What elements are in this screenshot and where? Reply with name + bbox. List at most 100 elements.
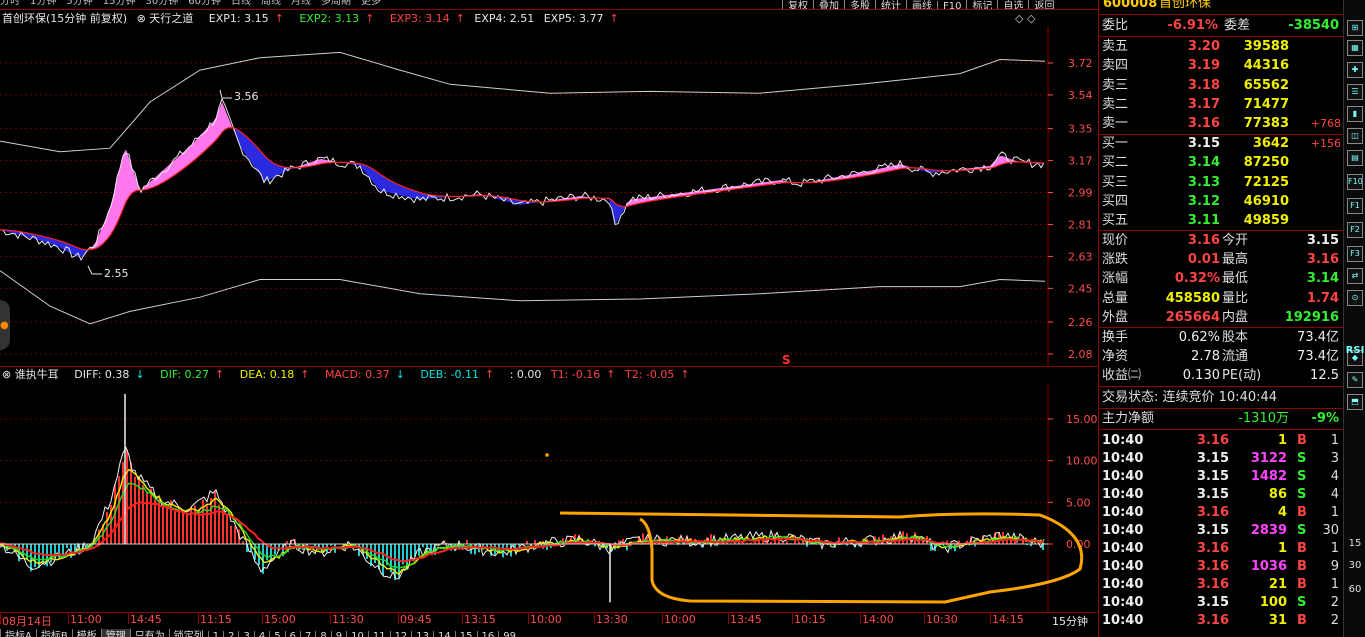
period-9[interactable]: 多周期: [321, 0, 351, 7]
bottom-tab-14[interactable]: 9: [330, 631, 346, 637]
sidebar-label[interactable]: RSI: [1344, 345, 1365, 356]
f1-icon[interactable]: F1: [1347, 198, 1363, 214]
quote-row: 卖三 3.18 65562: [1099, 76, 1343, 95]
upper-band-line: [0, 51, 1046, 153]
histogram-bar: [230, 525, 232, 544]
period-2[interactable]: 5分钟: [66, 0, 92, 7]
tick-side: B: [1297, 505, 1307, 520]
bottom-tab-15[interactable]: 10: [346, 631, 368, 637]
bottom-tab-21[interactable]: 16: [476, 631, 499, 637]
period-1[interactable]: 1分钟: [30, 0, 56, 7]
kline-icon[interactable]: ▮: [1347, 106, 1363, 122]
fund-icon[interactable]: ◫: [1347, 128, 1363, 144]
sub-indicator-label: 谁执牛耳: [14, 368, 59, 381]
bottom-tab-5[interactable]: 锁定列: [168, 629, 208, 637]
quote-row: 涨跌 0.01 最高 3.16: [1099, 250, 1343, 269]
f5-icon[interactable]: ⬒: [1347, 394, 1363, 410]
histogram-bar: [182, 509, 184, 544]
compare-icon[interactable]: ⇄: [1347, 268, 1363, 284]
bottom-tab-16[interactable]: 11: [367, 631, 390, 637]
period-8[interactable]: 月线: [291, 0, 311, 7]
toolbar-button-5[interactable]: F10: [937, 1, 966, 9]
bottom-tab-17[interactable]: 12: [389, 631, 412, 637]
stat-value: 192916: [1284, 309, 1339, 325]
rsi-icon[interactable]: ⊙: [1347, 290, 1363, 306]
histogram-bar: [62, 544, 64, 556]
period-10[interactable]: 更多: [361, 0, 381, 7]
bottom-tab-19[interactable]: 14: [433, 631, 455, 637]
bottom-tab-4[interactable]: 只有为: [129, 629, 169, 637]
stat-value: 1.74: [1306, 290, 1339, 306]
t2-value: T2: -0.05 ↑: [625, 368, 690, 381]
bottom-tab-10[interactable]: 5: [269, 631, 284, 637]
toolbar-button-6[interactable]: 标记: [966, 0, 997, 9]
bottom-tab-8[interactable]: 3: [238, 631, 253, 637]
chart-icon[interactable]: ▦: [1347, 40, 1363, 56]
period-label[interactable]: 15分钟: [1052, 613, 1088, 629]
bottom-tab-18[interactable]: 13: [411, 631, 433, 637]
toolbar-button-8[interactable]: 返回: [1028, 0, 1059, 9]
quote-row: 净资 2.78 流通 73.4亿: [1099, 347, 1343, 366]
period-0[interactable]: 分时: [0, 0, 20, 7]
stat-label: 现价: [1102, 233, 1129, 248]
period-6[interactable]: 日线: [231, 0, 251, 7]
bottom-tab-1[interactable]: 指标B: [35, 629, 72, 637]
bottom-tab-12[interactable]: 7: [299, 631, 315, 637]
bottom-tab-20[interactable]: 15: [454, 631, 477, 637]
bottom-tab-22[interactable]: 99: [498, 631, 520, 637]
toolbar-button-1[interactable]: 叠加: [813, 0, 844, 9]
histogram-bar: [234, 526, 236, 544]
bottom-tab-2[interactable]: 模板: [71, 629, 101, 637]
bottom-tab-0[interactable]: 指标A: [0, 629, 36, 637]
stat-value: 12.5: [1310, 368, 1339, 384]
chart-options-icon[interactable]: ◇ ◇: [1015, 12, 1035, 25]
stat-value: 0.62%: [1178, 330, 1220, 345]
toolbar-button-2[interactable]: 多股: [844, 0, 875, 9]
macd-value: MACD: 0.37 ↓: [324, 368, 405, 381]
sub-indicator-name[interactable]: ⊗ 谁执牛耳: [2, 368, 65, 381]
toolbar-button-0[interactable]: 复权: [782, 0, 813, 9]
net-value: -1310万: [1238, 411, 1289, 426]
f10-icon[interactable]: F10: [1347, 174, 1363, 190]
toolbar-button-4[interactable]: 画线: [906, 0, 937, 9]
panel-collapse-handle[interactable]: ●: [0, 300, 10, 350]
annotation-circle: [559, 511, 1084, 604]
indicator-name[interactable]: ⊗ 天行之道: [137, 12, 200, 25]
low-price-label: 2.55: [104, 267, 129, 280]
time-label: 11:00: [70, 613, 102, 626]
stat-value: 3.15: [1306, 233, 1339, 248]
bottom-tab-6[interactable]: 1: [207, 631, 223, 637]
bottom-tab-11[interactable]: 6: [284, 631, 300, 637]
bottom-tab-13[interactable]: 8: [315, 631, 330, 637]
bottom-tab-3[interactable]: 管理: [100, 629, 130, 637]
news-icon[interactable]: ▤: [1347, 150, 1363, 166]
t2-text: T2: -0.05: [625, 368, 675, 381]
tick-volume: 4: [1277, 505, 1287, 520]
toolbar-button-3[interactable]: 统计: [875, 0, 906, 9]
period-4[interactable]: 30分钟: [145, 0, 178, 7]
draw-icon[interactable]: ✎: [1347, 372, 1363, 388]
sidebar-label[interactable]: 30: [1344, 560, 1365, 571]
period-7[interactable]: 周线: [261, 0, 281, 7]
divider: [0, 9, 1098, 10]
sidebar-label[interactable]: 60: [1344, 584, 1365, 595]
f2-icon[interactable]: F2: [1347, 222, 1363, 238]
stock-code: 600008: [1103, 0, 1158, 11]
bottom-tab-7[interactable]: 2: [223, 631, 238, 637]
time-label: 10:30: [926, 613, 958, 626]
bottom-tab-9[interactable]: 4: [253, 631, 269, 637]
list-icon[interactable]: ☰: [1347, 84, 1363, 100]
cross-icon[interactable]: ✚: [1347, 62, 1363, 78]
sidebar-label[interactable]: 15: [1344, 538, 1365, 549]
tick-price: 3.16: [1196, 613, 1229, 628]
main-chart[interactable]: 3.72 3.54 3.35 3.17 2.99 2.81 2.63 2.45 2.26 2.08…: [0, 26, 1098, 366]
sub-chart[interactable]: 15.0010.005.000.00: [0, 384, 1098, 612]
period-5[interactable]: 60分钟: [188, 0, 221, 7]
f3-icon[interactable]: F3: [1347, 246, 1363, 262]
period-bar: 分时 1分钟 5分钟 15分钟 30分钟 60分钟 日线 周线 月线 多周期 更多: [0, 0, 520, 8]
stock-title[interactable]: 首创环保(15分钟 前复权): [2, 12, 127, 25]
indicator-icon[interactable]: ⊞: [1347, 20, 1363, 36]
time-label: 15:00: [264, 613, 296, 626]
period-3[interactable]: 15分钟: [103, 0, 136, 7]
toolbar-button-7[interactable]: 自选: [997, 0, 1028, 9]
